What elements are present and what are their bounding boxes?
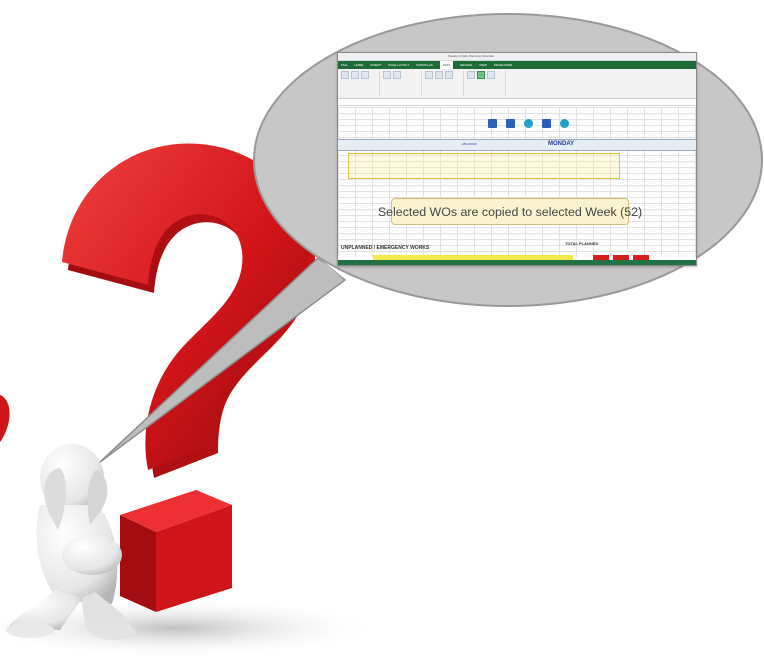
ribbon-button[interactable]	[361, 71, 369, 79]
schedule-day: MONDAY	[548, 141, 575, 147]
formula-bar[interactable]	[338, 99, 696, 106]
day-header-band	[338, 139, 696, 151]
tab-data[interactable]: DATA	[439, 61, 454, 69]
sheet-toolbar-icons	[488, 119, 569, 128]
status-bar	[338, 260, 696, 265]
next-icon[interactable]	[560, 119, 569, 128]
tab-file[interactable]: FILE	[341, 61, 347, 69]
refresh-icon[interactable]	[524, 119, 533, 128]
tab-page-layout[interactable]: PAGE LAYOUT	[388, 61, 409, 69]
ribbon-button[interactable]	[393, 71, 401, 79]
tooltip-message: Selected WOs are copied to selected Week…	[377, 204, 643, 219]
ribbon-group	[467, 71, 506, 96]
ribbon-button[interactable]	[341, 71, 349, 79]
copy-icon[interactable]	[542, 119, 551, 128]
cell-grid[interactable]	[338, 107, 696, 257]
tab-insert[interactable]: INSERT	[370, 61, 381, 69]
window-title: Weekly & Daily Planning Schedule	[448, 54, 494, 58]
ribbon-button[interactable]	[435, 71, 443, 79]
ribbon	[338, 69, 696, 99]
total-label: TOTAL PLANNED	[565, 241, 599, 246]
tab-developer[interactable]: DEVELOPER	[494, 61, 512, 69]
tab-formulas[interactable]: FORMULAS	[416, 61, 433, 69]
ribbon-button[interactable]	[383, 71, 391, 79]
section-label: UNPLANNED / EMERGENCY WORKS	[341, 245, 430, 251]
window-titlebar: Weekly & Daily Planning Schedule	[338, 53, 696, 61]
ribbon-group	[383, 71, 422, 96]
save-icon[interactable]	[506, 119, 515, 128]
ribbon-group	[425, 71, 464, 96]
save-icon[interactable]	[488, 119, 497, 128]
ribbon-button[interactable]	[425, 71, 433, 79]
tab-review[interactable]: REVIEW	[460, 61, 472, 69]
ribbon-tabs: FILE HOME INSERT PAGE LAYOUT FORMULAS DA…	[338, 61, 696, 69]
ribbon-button-active[interactable]	[477, 71, 485, 79]
spreadsheet-screenshot: Weekly & Daily Planning Schedule FILE HO…	[337, 52, 697, 266]
ribbon-button[interactable]	[487, 71, 495, 79]
copy-confirmation-tooltip: Selected WOs are copied to selected Week…	[378, 198, 642, 225]
ribbon-button[interactable]	[351, 71, 359, 79]
tab-view[interactable]: VIEW	[479, 61, 487, 69]
tab-home[interactable]: HOME	[354, 61, 363, 69]
ribbon-button[interactable]	[445, 71, 453, 79]
schedule-date: 28/12/2016	[462, 142, 478, 146]
ribbon-group	[341, 71, 380, 96]
selected-rows[interactable]	[348, 153, 620, 179]
ribbon-button[interactable]	[467, 71, 475, 79]
